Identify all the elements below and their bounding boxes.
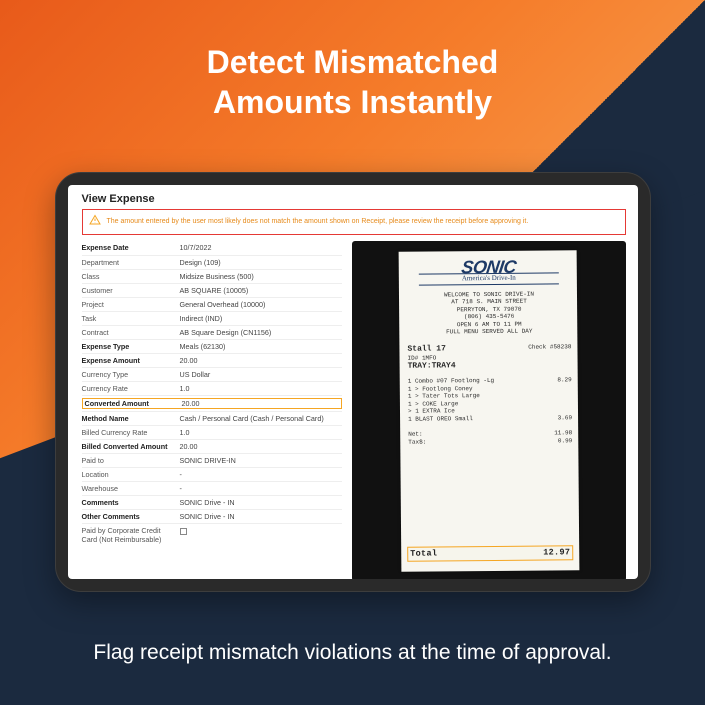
field-value	[180, 526, 342, 535]
field-label: Customer	[82, 286, 180, 295]
field-value: General Overhead (10000)	[180, 300, 342, 309]
field-value: -	[180, 470, 342, 479]
marketing-headline: Detect Mismatched Amounts Instantly	[0, 0, 705, 122]
field-value: Indirect (IND)	[180, 314, 342, 323]
field-label: Currency Rate	[82, 384, 180, 393]
expense-row: Paid toSONIC DRIVE-IN	[82, 453, 342, 467]
tablet-frame: View Expense The amount entered by the u…	[55, 172, 651, 592]
expense-row: Expense TypeMeals (62130)	[82, 339, 342, 353]
field-value: Design (109)	[180, 258, 342, 267]
receipt-logo: SONIC	[405, 258, 571, 276]
field-label: Method Name	[82, 414, 180, 423]
field-value: AB SQUARE (10005)	[180, 286, 342, 295]
expense-row: Expense Amount20.00	[82, 353, 342, 367]
receipt-total-value: 12.97	[543, 548, 570, 559]
expense-row: Billed Currency Rate1.0	[82, 425, 342, 439]
expense-row: ProjectGeneral Overhead (10000)	[82, 297, 342, 311]
field-label: Location	[82, 470, 180, 479]
field-label: Expense Amount	[82, 356, 180, 365]
field-value: -	[180, 484, 342, 493]
expense-form: Expense Date10/7/2022DepartmentDesign (1…	[82, 241, 342, 546]
field-value: SONIC Drive - IN	[180, 512, 342, 521]
expense-row: Currency Rate1.0	[82, 381, 342, 395]
expense-row: CustomerAB SQUARE (10005)	[82, 283, 342, 297]
field-label: Expense Type	[82, 342, 180, 351]
expense-row: DepartmentDesign (109)	[82, 255, 342, 269]
expense-row: Warehouse-	[82, 481, 342, 495]
warning-icon	[89, 213, 101, 231]
field-value: Cash / Personal Card (Cash / Personal Ca…	[180, 414, 342, 423]
field-value: 10/7/2022	[180, 243, 342, 252]
field-label: Comments	[82, 498, 180, 507]
receipt-total-highlight: Total 12.97	[407, 546, 573, 562]
expense-row: Billed Converted Amount20.00	[82, 439, 342, 453]
field-label: Department	[82, 258, 180, 267]
warning-banner: The amount entered by the user most like…	[82, 209, 626, 235]
headline-line-1: Detect Mismatched	[207, 44, 499, 80]
field-value: SONIC Drive - IN	[180, 498, 342, 507]
field-label: Currency Type	[82, 370, 180, 379]
field-label: Paid to	[82, 456, 180, 465]
expense-row: Converted Amount20.00	[82, 395, 342, 411]
expense-row: ContractAB Square Design (CN1156)	[82, 325, 342, 339]
field-value: 1.0	[180, 428, 342, 437]
field-value: 20.00	[180, 398, 342, 409]
field-label: Other Comments	[82, 512, 180, 521]
expense-row: Currency TypeUS Dollar	[82, 367, 342, 381]
field-value: Meals (62130)	[180, 342, 342, 351]
warning-text: The amount entered by the user most like…	[107, 218, 529, 226]
field-label: Billed Converted Amount	[82, 442, 180, 451]
marketing-footer: Flag receipt mismatch violations at the …	[0, 641, 705, 665]
field-value: 20.00	[180, 442, 342, 451]
expense-row: ClassMidsize Business (500)	[82, 269, 342, 283]
field-label: Warehouse	[82, 484, 180, 493]
expense-row: Paid by Corporate Credit Card (Not Reimb…	[82, 523, 342, 546]
field-value: AB Square Design (CN1156)	[180, 328, 342, 337]
field-value: 20.00	[180, 356, 342, 365]
field-value: SONIC DRIVE-IN	[180, 456, 342, 465]
expense-row: CommentsSONIC Drive - IN	[82, 495, 342, 509]
field-label: Expense Date	[82, 243, 180, 252]
app-screen: View Expense The amount entered by the u…	[68, 185, 638, 579]
field-label: Project	[82, 300, 180, 309]
expense-row: TaskIndirect (IND)	[82, 311, 342, 325]
field-label: Task	[82, 314, 180, 323]
receipt-paper: SONIC America's Drive-In WELCOME TO SONI…	[398, 250, 579, 572]
field-value: US Dollar	[180, 370, 342, 379]
field-label: Paid by Corporate Credit Card (Not Reimb…	[82, 526, 180, 544]
field-value: Midsize Business (500)	[180, 272, 342, 281]
field-label: Class	[82, 272, 180, 281]
page-title: View Expense	[82, 193, 626, 205]
field-value: 1.0	[180, 384, 342, 393]
field-label: Billed Currency Rate	[82, 428, 180, 437]
reimbursable-checkbox[interactable]	[180, 528, 187, 535]
expense-row: Other CommentsSONIC Drive - IN	[82, 509, 342, 523]
expense-row: Location-	[82, 467, 342, 481]
receipt-total-label: Total	[410, 549, 437, 560]
field-label: Converted Amount	[82, 398, 180, 409]
expense-row: Method NameCash / Personal Card (Cash / …	[82, 411, 342, 425]
receipt-stall-line: Stall 17 Check #58238	[407, 343, 571, 354]
field-label: Contract	[82, 328, 180, 337]
expense-row: Expense Date10/7/2022	[82, 241, 342, 255]
headline-line-2: Amounts Instantly	[213, 84, 492, 120]
receipt-image: SONIC America's Drive-In WELCOME TO SONI…	[352, 241, 626, 579]
